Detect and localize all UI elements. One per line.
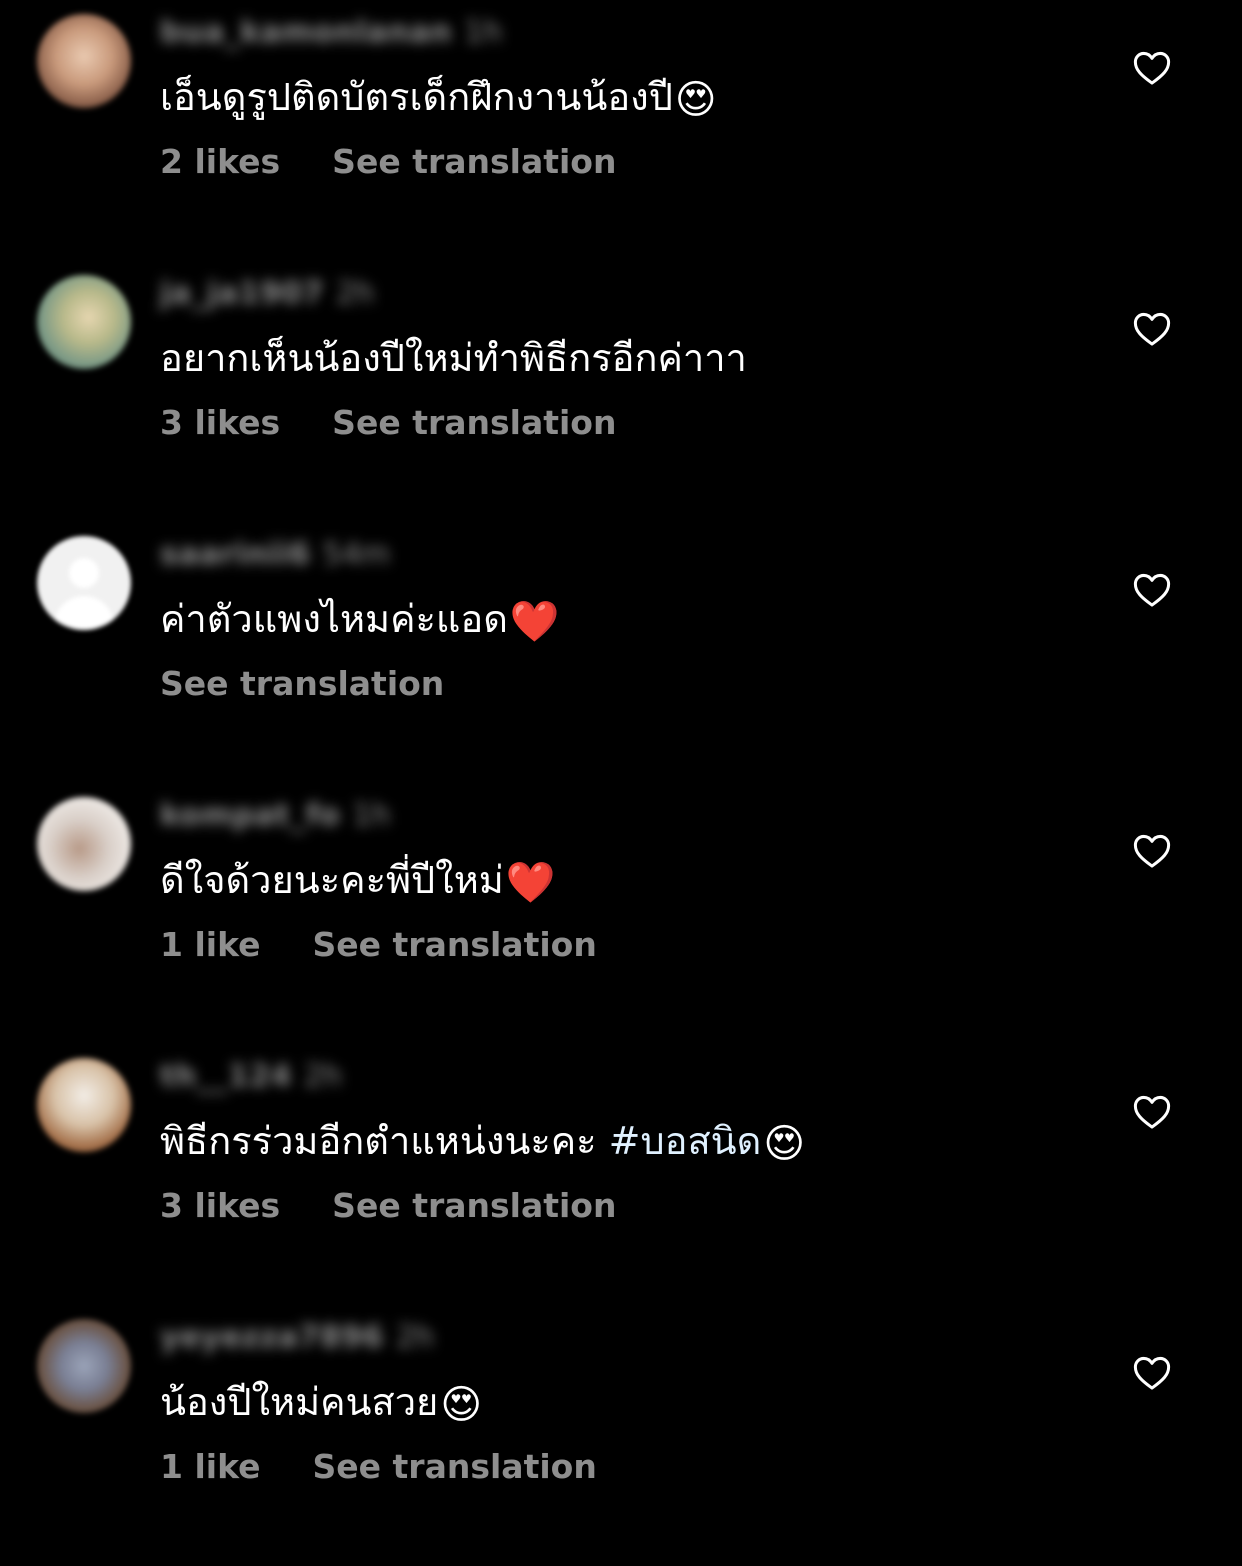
timestamp: 2h <box>395 1319 435 1355</box>
comment-body: พิธีกรร่วมอีกตำแหน่งนะคะ <box>160 1119 609 1163</box>
timestamp: 1h <box>464 14 503 50</box>
comment-text: เอ็นดูรูปติดบัตรเด็กฝึกงานน้องปี😍 <box>160 68 717 129</box>
comment-actions: 3 likes See translation <box>160 1186 616 1225</box>
likes-count[interactable]: 1 like <box>160 1447 261 1486</box>
comment-meta: saarinii6 54m <box>160 534 390 574</box>
likes-count[interactable]: 1 like <box>160 925 261 964</box>
username[interactable]: kompat_fo <box>160 798 340 833</box>
see-translation-button[interactable]: See translation <box>332 142 616 181</box>
comment-body: ดีใจด้วยนะคะพี่ปีใหม่ <box>160 858 504 902</box>
comment-text: ค่าตัวแพงไหมค่ะแอด❤️ <box>160 590 560 651</box>
comment-item: ja_ja1907 2h อยากเห็นน้องปีใหม่ทำพิธีกรอ… <box>0 261 1242 522</box>
comment-body: น้องปีใหม่คนสวย <box>160 1380 439 1424</box>
comment-meta: bua_kamonlanan 1h <box>160 12 502 52</box>
hashtag-link[interactable]: #บอสนิด <box>609 1119 762 1163</box>
comment-meta: ja_ja1907 2h <box>160 273 374 313</box>
person-silhouette-icon <box>69 558 99 588</box>
avatar[interactable] <box>37 797 131 891</box>
timestamp: 54m <box>322 536 391 572</box>
heart-icon[interactable] <box>1133 833 1171 869</box>
comment-item: yeyezza7896 2h น้องปีใหม่คนสวย😍 1 like S… <box>0 1305 1242 1566</box>
see-translation-button[interactable]: See translation <box>160 664 444 703</box>
comment-text: พิธีกรร่วมอีกตำแหน่งนะคะ #บอสนิด😍 <box>160 1112 805 1173</box>
heart-icon[interactable] <box>1133 1355 1171 1391</box>
comment-item: th__124 2h พิธีกรร่วมอีกตำแหน่งนะคะ #บอส… <box>0 1044 1242 1305</box>
username[interactable]: th__124 <box>160 1059 292 1094</box>
timestamp: 2h <box>336 275 375 311</box>
comment-text: น้องปีใหม่คนสวย😍 <box>160 1373 482 1434</box>
comment-actions: 1 like See translation <box>160 925 597 964</box>
comment-text: ดีใจด้วยนะคะพี่ปีใหม่❤️ <box>160 851 556 912</box>
smiling-face-with-heart-eyes-emoji: 😍 <box>440 1382 483 1428</box>
see-translation-button[interactable]: See translation <box>313 925 597 964</box>
avatar[interactable] <box>37 1058 131 1152</box>
username[interactable]: ja_ja1907 <box>160 276 324 311</box>
smiling-face-with-heart-eyes-emoji: 😍 <box>763 1121 806 1167</box>
see-translation-button[interactable]: See translation <box>313 1447 597 1486</box>
avatar[interactable] <box>37 14 131 108</box>
comment-body: อยากเห็นน้องปีใหม่ทำพิธีกรอีกค่าาา <box>160 336 747 380</box>
username[interactable]: bua_kamonlanan <box>160 15 452 50</box>
comment-body: เอ็นดูรูปติดบัตรเด็กฝึกงานน้องปี <box>160 75 673 119</box>
avatar[interactable] <box>37 1319 131 1413</box>
see-translation-button[interactable]: See translation <box>332 403 616 442</box>
comment-meta: th__124 2h <box>160 1056 342 1096</box>
avatar[interactable] <box>37 275 131 369</box>
likes-count[interactable]: 3 likes <box>160 1186 280 1225</box>
comment-actions: 3 likes See translation <box>160 403 616 442</box>
likes-count[interactable]: 3 likes <box>160 403 280 442</box>
comment-meta: kompat_fo 1h <box>160 795 390 835</box>
heart-icon[interactable] <box>1133 50 1171 86</box>
smiling-face-with-heart-eyes-emoji: 😍 <box>674 77 717 123</box>
comment-item: kompat_fo 1h ดีใจด้วยนะคะพี่ปีใหม่❤️ 1 l… <box>0 783 1242 1044</box>
comment-body: ค่าตัวแพงไหมค่ะแอด <box>160 597 508 641</box>
red-heart-emoji: ❤️ <box>505 860 556 906</box>
likes-count[interactable]: 2 likes <box>160 142 280 181</box>
username[interactable]: yeyezza7896 <box>160 1320 384 1355</box>
comment-item: bua_kamonlanan 1h เอ็นดูรูปติดบัตรเด็กฝึ… <box>0 0 1242 261</box>
comment-actions: 2 likes See translation <box>160 142 616 181</box>
heart-icon[interactable] <box>1133 311 1171 347</box>
username[interactable]: saarinii6 <box>160 537 311 572</box>
avatar[interactable] <box>37 536 131 630</box>
comment-item: saarinii6 54m ค่าตัวแพงไหมค่ะแอด❤️ See t… <box>0 522 1242 783</box>
red-heart-emoji: ❤️ <box>509 599 560 645</box>
see-translation-button[interactable]: See translation <box>332 1186 616 1225</box>
timestamp: 1h <box>352 797 391 833</box>
comment-actions: 1 like See translation <box>160 1447 597 1486</box>
comment-meta: yeyezza7896 2h <box>160 1317 434 1357</box>
heart-icon[interactable] <box>1133 572 1171 608</box>
timestamp: 2h <box>303 1058 342 1094</box>
heart-icon[interactable] <box>1133 1094 1171 1130</box>
comment-text: อยากเห็นน้องปีใหม่ทำพิธีกรอีกค่าาา <box>160 329 747 387</box>
comment-actions: See translation <box>160 664 444 703</box>
